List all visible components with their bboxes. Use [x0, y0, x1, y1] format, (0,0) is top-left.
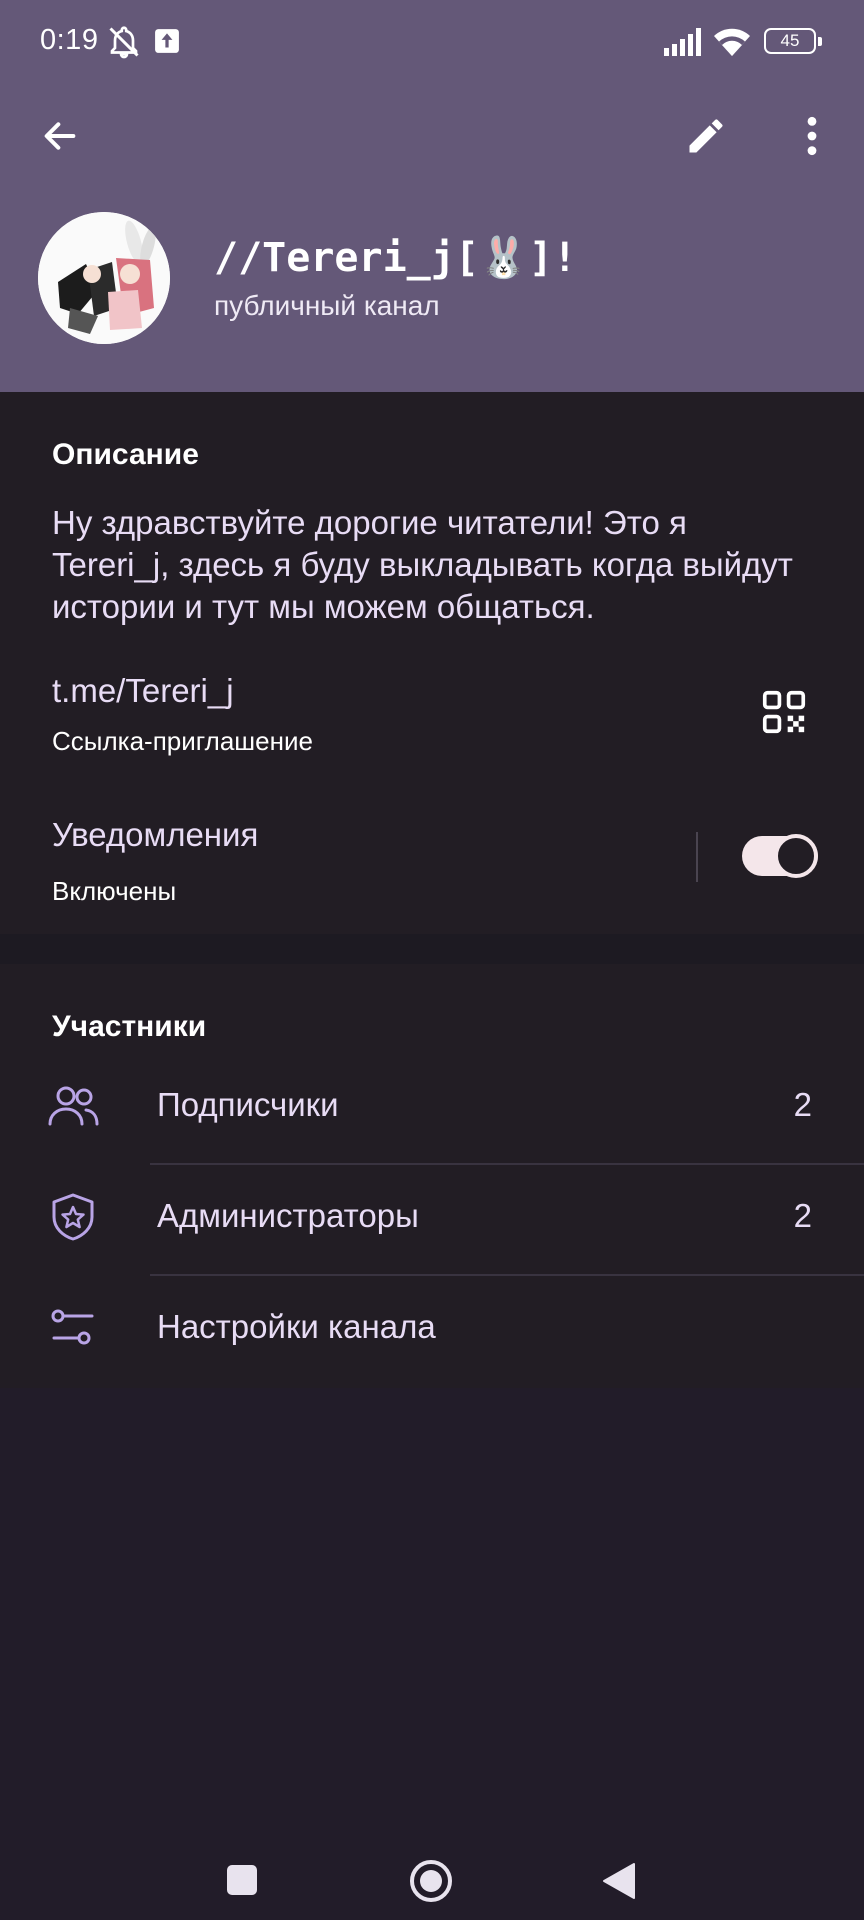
more-vert-icon[interactable] — [794, 114, 830, 158]
description-header: Описание — [52, 438, 199, 471]
status-bar: 0:19 45 — [0, 0, 864, 84]
channel-settings-row[interactable]: Настройки канала — [0, 1274, 864, 1384]
channel-subtitle: публичный канал — [214, 290, 440, 321]
signal-icon — [664, 28, 701, 56]
section-gap — [0, 934, 864, 964]
back-arrow-icon[interactable] — [40, 116, 80, 156]
qr-code-icon[interactable] — [762, 690, 806, 734]
recents-button[interactable] — [226, 1864, 258, 1896]
notifications-toggle[interactable] — [742, 834, 818, 878]
subscribers-row[interactable]: Подписчики 2 — [0, 1052, 864, 1162]
description-text: Ну здравствуйте дорогие читатели! Это я … — [52, 504, 793, 625]
notifications-status: Включены — [52, 876, 177, 906]
invite-link-label: Ссылка-приглашение — [52, 726, 313, 756]
channel-settings-label: Настройки канала — [157, 1308, 436, 1345]
notifications-divider — [696, 832, 698, 882]
avatar-image — [38, 212, 170, 344]
battery-icon: 45 — [764, 28, 822, 54]
toggle-knob — [774, 834, 818, 878]
system-nav-bar — [0, 1800, 864, 1920]
members-header: Участники — [52, 1010, 207, 1043]
channel-title: //Tereri_j[🐰]! — [214, 235, 577, 281]
channel-header: 0:19 45 //Tereri_j[🐰]! публичный канал — [0, 0, 864, 392]
home-button[interactable] — [408, 1858, 454, 1904]
status-time: 0:19 — [40, 24, 99, 56]
subscribers-label: Подписчики — [157, 1086, 339, 1123]
sliders-icon — [51, 1309, 94, 1345]
back-button[interactable] — [602, 1862, 636, 1900]
invite-link[interactable]: t.me/Tereri_j — [52, 672, 234, 710]
people-icon — [48, 1086, 99, 1126]
administrators-count: 2 — [793, 1197, 812, 1234]
bell-off-icon — [109, 26, 139, 59]
notifications-title[interactable]: Уведомления — [52, 816, 258, 854]
administrators-row[interactable]: Администраторы 2 — [0, 1163, 864, 1273]
administrators-label: Администраторы — [157, 1197, 419, 1234]
shield-star-icon — [52, 1193, 94, 1241]
upload-icon — [155, 29, 179, 53]
channel-avatar[interactable] — [38, 212, 170, 344]
subscribers-count: 2 — [793, 1086, 812, 1123]
pencil-icon[interactable] — [684, 114, 728, 158]
wifi-icon — [714, 28, 750, 56]
